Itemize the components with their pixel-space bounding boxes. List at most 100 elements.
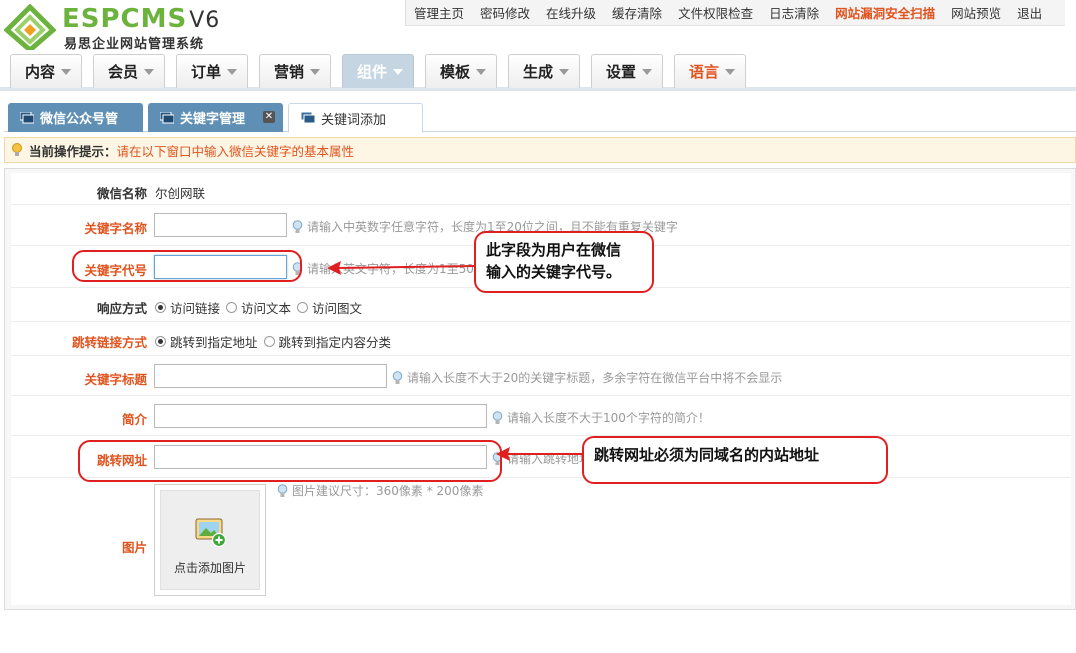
lightbulb-icon [277, 483, 288, 497]
radio-visit-richtext[interactable]: 访问图文 [297, 298, 362, 317]
subtab-label: 微信公众号管 [40, 112, 119, 127]
response-mode-label: 响应方式 [96, 301, 147, 316]
row-keyword-title: 关键字标题 请输入长度不大于20的关键字标题，多余字符在微信平台中将不会显示 [11, 356, 1071, 396]
annotation-highlight-jump-url [78, 440, 502, 482]
top-link-security-scan[interactable]: 网站漏洞安全扫描 [827, 3, 943, 22]
nav-tab-label: 模板 [440, 63, 471, 81]
add-image-icon [195, 518, 227, 547]
lightbulb-icon [292, 219, 303, 233]
chevron-down-icon [642, 69, 652, 75]
radio-unchecked-icon [226, 302, 238, 313]
nav-tab-label: 设置 [606, 63, 637, 81]
row-intro: 简介 请输入长度不大于100个字符的简介！ [11, 396, 1071, 436]
lightbulb-icon [12, 143, 22, 156]
top-link-clear-cache[interactable]: 缓存清除 [604, 3, 670, 22]
callout-line: 此字段为用户在微信 [486, 241, 622, 259]
upload-caption: 点击添加图片 [173, 561, 246, 575]
nav-tab-label: 生成 [523, 63, 554, 81]
image-tip: 图片建议尺寸：360像素 * 200像素 [277, 482, 483, 499]
nav-tab-templates[interactable]: 模板 [425, 54, 497, 88]
annotation-arrow-jump-url [496, 447, 584, 461]
window-icon [20, 111, 34, 123]
nav-tab-label: 组件 [357, 63, 388, 81]
radio-checked-icon [155, 302, 166, 313]
logo-mark-icon [4, 4, 56, 50]
radio-checked-icon [155, 336, 166, 347]
subtab-wechat-accounts[interactable]: 微信公众号管 [8, 103, 143, 132]
image-label: 图片 [121, 540, 147, 555]
callout-line: 输入的关键字代号。 [486, 263, 622, 281]
radio-jump-category[interactable]: 跳转到指定内容分类 [263, 332, 391, 351]
intro-input[interactable] [154, 404, 487, 428]
keyword-title-input[interactable] [154, 364, 387, 388]
subtab-keyword-add[interactable]: 关键词添加 [288, 103, 423, 133]
nav-tab-members[interactable]: 会员 [93, 54, 165, 88]
brand-subtitle: 易思企业网站管理系统 [64, 37, 205, 52]
keyword-name-label: 关键字名称 [84, 221, 147, 236]
top-link-upgrade[interactable]: 在线升级 [538, 3, 604, 22]
lightbulb-icon [492, 410, 503, 424]
annotation-highlight-keyword-code [72, 250, 302, 282]
window-icon [301, 112, 315, 124]
subtab-label: 关键字管理 [180, 112, 246, 127]
nav-tab-label: 订单 [191, 63, 222, 81]
nav-tab-orders[interactable]: 订单 [176, 54, 248, 88]
chevron-down-icon [476, 69, 486, 75]
lightbulb-icon [392, 370, 403, 384]
sub-tab-bar: 微信公众号管 关键字管理 ✕ 关键词添加 [4, 100, 1076, 133]
chevron-down-icon [559, 69, 569, 75]
radio-unchecked-icon [297, 302, 309, 313]
response-mode-radios: 访问链接 访问文本 访问图文 [155, 298, 368, 317]
operation-hint-bar: 当前操作提示： 请在以下窗口中输入微信关键字的基本属性 [4, 137, 1076, 163]
chevron-down-icon [227, 69, 237, 75]
row-image: 图片 点击添加图片 图片建议尺寸：360像素 * 200像素 [11, 478, 1071, 605]
annotation-callout-jump-url: 跳转网址必须为同域名的内站地址 [582, 436, 888, 484]
radio-unchecked-icon [263, 336, 275, 347]
nav-tab-marketing[interactable]: 营销 [259, 54, 331, 88]
row-wechat-name: 微信名称 尔创网联 [11, 173, 1071, 205]
top-utility-nav: 管理主页 密码修改 在线升级 缓存清除 文件权限检查 日志清除 网站漏洞安全扫描… [405, 0, 1065, 26]
nav-tab-settings[interactable]: 设置 [591, 54, 663, 88]
nav-tab-language[interactable]: 语言 [674, 54, 746, 88]
tip-text: 图片建议尺寸：360像素 * 200像素 [292, 484, 484, 498]
keyword-title-label: 关键字标题 [84, 372, 147, 387]
top-link-password[interactable]: 密码修改 [472, 3, 538, 22]
top-link-clear-logs[interactable]: 日志清除 [761, 3, 827, 22]
brand-name: ESPCMSV6 [62, 4, 221, 34]
nav-tab-label: 营销 [274, 63, 305, 81]
window-icon [160, 111, 174, 123]
wechat-name-label: 微信名称 [96, 186, 147, 201]
image-upload-box[interactable]: 点击添加图片 [154, 484, 266, 596]
nav-tab-components[interactable]: 组件 [342, 54, 414, 88]
keyword-name-input[interactable] [154, 213, 287, 237]
top-link-preview[interactable]: 网站预览 [943, 3, 1009, 22]
intro-label: 简介 [121, 412, 147, 427]
chevron-down-icon [310, 69, 320, 75]
brand-version: V6 [189, 8, 221, 33]
subtab-label: 关键词添加 [321, 112, 387, 128]
radio-visit-text[interactable]: 访问文本 [226, 298, 291, 317]
link-mode-label: 跳转链接方式 [71, 335, 147, 350]
image-upload-area[interactable]: 点击添加图片 [160, 490, 260, 590]
callout-line: 跳转网址必须为同域名的内站地址 [594, 446, 820, 464]
top-link-home[interactable]: 管理主页 [406, 3, 472, 22]
radio-visit-link[interactable]: 访问链接 [155, 298, 220, 317]
wechat-name-value: 尔创网联 [155, 186, 206, 201]
nav-tab-label: 内容 [25, 63, 56, 81]
top-link-file-permissions[interactable]: 文件权限检查 [670, 3, 761, 22]
nav-tab-content[interactable]: 内容 [10, 54, 82, 88]
chevron-down-icon [61, 69, 71, 75]
top-link-logout[interactable]: 退出 [1009, 3, 1050, 22]
annotation-arrow-keyword-code [327, 261, 476, 275]
close-icon[interactable]: ✕ [263, 111, 275, 123]
keyword-title-tip: 请输入长度不大于20的关键字标题，多余字符在微信平台中将不会显示 [392, 369, 782, 386]
nav-tab-label: 会员 [108, 63, 139, 81]
row-link-mode: 跳转链接方式 跳转到指定地址 跳转到指定内容分类 [11, 322, 1071, 356]
subtab-keyword-manage[interactable]: 关键字管理 ✕ [148, 103, 283, 132]
main-nav: 内容 会员 订单 营销 组件 模板 生成 设置 语言 [0, 51, 1076, 91]
row-response-mode: 响应方式 访问链接 访问文本 访问图文 [11, 288, 1071, 322]
nav-tab-generate[interactable]: 生成 [508, 54, 580, 88]
chevron-down-icon [144, 69, 154, 75]
radio-jump-address[interactable]: 跳转到指定地址 [155, 332, 258, 351]
link-mode-radios: 跳转到指定地址 跳转到指定内容分类 [155, 332, 397, 351]
